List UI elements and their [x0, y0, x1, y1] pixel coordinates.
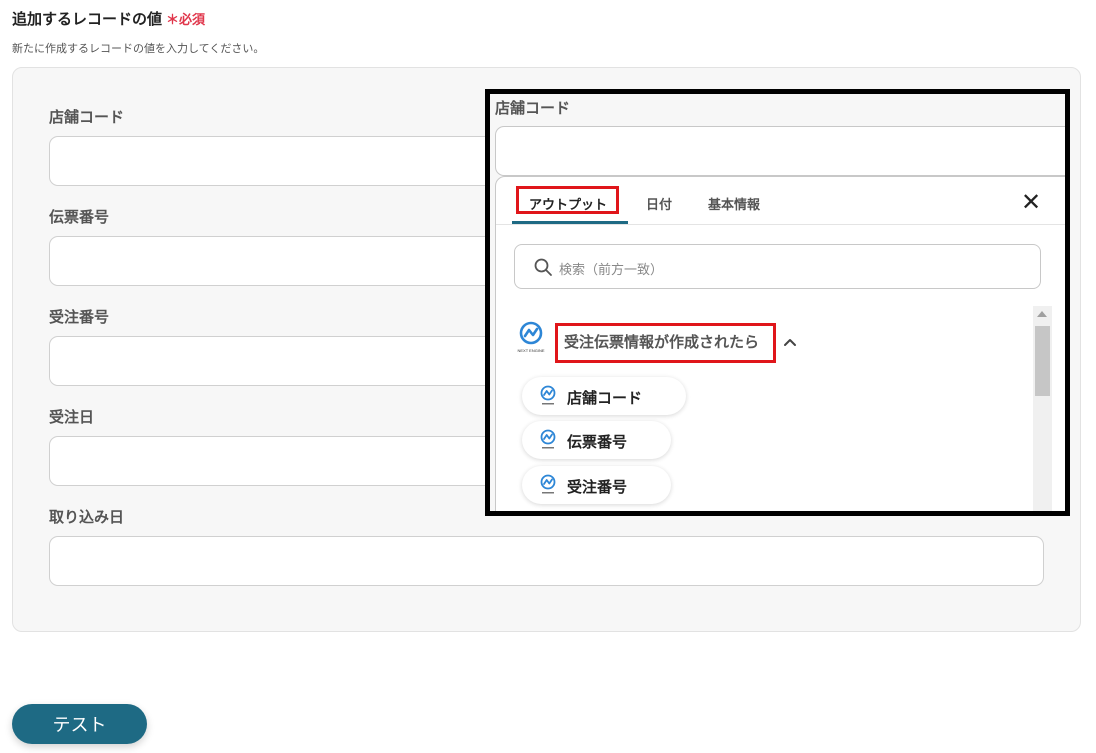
import-date-input[interactable] — [49, 536, 1044, 586]
output-item-label: 受注番号 — [567, 478, 628, 496]
output-item[interactable]: 伝票番号 — [522, 421, 671, 459]
next-engine-logo-text: NEXT ENGINE — [517, 348, 544, 353]
next-engine-icon — [540, 429, 556, 449]
search-input[interactable]: 検索（前方一致） — [514, 244, 1041, 289]
field-label-import-date: 取り込み日 — [49, 508, 125, 526]
test-button[interactable]: テスト — [12, 704, 147, 744]
overlay-store-code-input[interactable] — [495, 126, 1065, 176]
section-description: 新たに作成するレコードの値を入力してください。 — [12, 42, 265, 55]
field-label-store-code: 店舗コード — [49, 108, 125, 126]
search-placeholder: 検索（前方一致） — [559, 263, 664, 278]
scrollbar-thumb[interactable] — [1035, 326, 1050, 396]
field-label-slip-number: 伝票番号 — [49, 208, 110, 226]
search-icon — [534, 258, 552, 276]
close-icon[interactable]: ✕ — [1020, 190, 1042, 214]
tab-output[interactable]: アウトプット — [529, 194, 607, 213]
group-title[interactable]: 受注伝票情報が作成されたら — [564, 331, 759, 352]
section-title: 追加するレコードの値 ＊必須 — [12, 8, 205, 29]
field-label-order-number: 受注番号 — [49, 308, 110, 326]
scrollbar[interactable] — [1033, 306, 1052, 511]
output-item[interactable]: 店舗コード — [522, 377, 686, 415]
tab-date[interactable]: 日付 — [646, 194, 672, 213]
output-item-label: 店舗コード — [567, 389, 643, 407]
active-tab-indicator — [512, 221, 628, 224]
chevron-up-icon[interactable] — [783, 337, 797, 347]
field-label-order-date: 受注日 — [49, 408, 95, 426]
variable-picker-dropdown: アウトプット 日付 基本情報 ✕ 検索（前方一致） NEXT ENGINE 受注… — [495, 176, 1065, 511]
section-title-text: 追加するレコードの値 — [12, 10, 163, 28]
output-item[interactable]: 受注番号 — [522, 466, 671, 504]
required-badge: ＊必須 — [166, 13, 206, 28]
overlay-field-label: 店舗コード — [495, 99, 571, 117]
next-engine-logo: NEXT ENGINE — [517, 321, 545, 353]
scroll-up-icon[interactable] — [1037, 311, 1047, 317]
tab-basic-info[interactable]: 基本情報 — [708, 194, 760, 213]
next-engine-icon — [540, 474, 556, 494]
zoom-overlay: 店舗コード アウトプット 日付 基本情報 ✕ 検索（前方一致） NEXT ENG… — [485, 89, 1070, 516]
output-item-label: 伝票番号 — [567, 433, 628, 451]
next-engine-icon — [540, 385, 556, 405]
tab-bar: アウトプット 日付 基本情報 ✕ — [496, 177, 1065, 225]
